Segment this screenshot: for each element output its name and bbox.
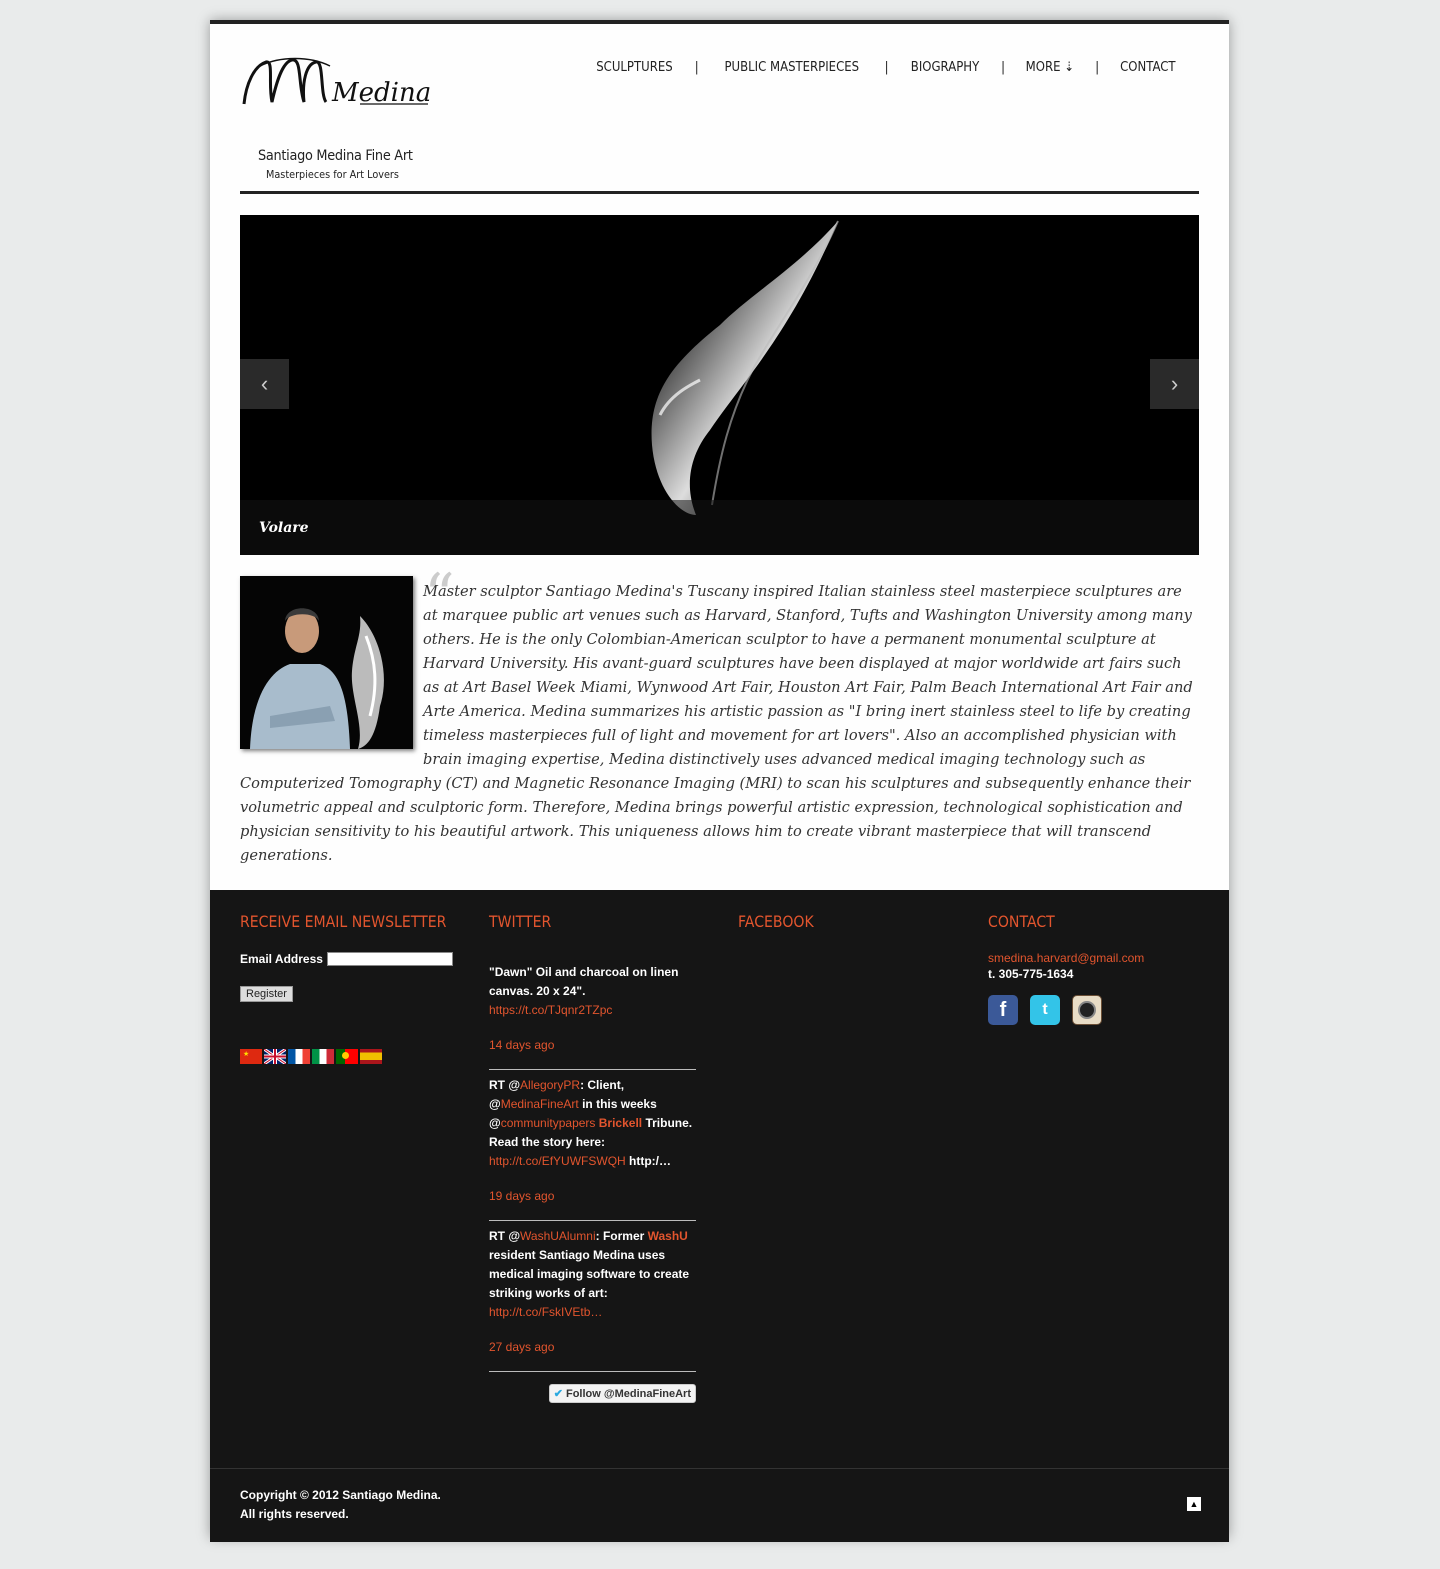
flag-portuguese-icon[interactable] [336, 1049, 358, 1064]
newsletter-form: Email Address [240, 952, 453, 966]
tweet-divider [489, 1069, 696, 1070]
tweet-item: RT @WashUAlumni: Former WashU resident S… [489, 1227, 696, 1357]
contact-section: CONTACT smedina.harvard@gmail.com t. 305… [988, 912, 1144, 1025]
newsletter-heading: RECEIVE EMAIL NEWSLETTER [240, 912, 447, 931]
flag-spanish-icon[interactable] [360, 1049, 382, 1064]
slider-prev-button[interactable]: ‹ [240, 359, 289, 409]
nav-public-masterpieces[interactable]: PUBLIC MASTERPIECES [724, 60, 859, 75]
artist-bio: “ Master sculptor Santiago Medina's Tusc… [240, 566, 1199, 868]
site-name: Santiago Medina Fine Art [258, 148, 413, 164]
twitter-follow-button[interactable]: ✔ Follow @MedinaFineArt [548, 1384, 696, 1403]
site-footer: RECEIVE EMAIL NEWSLETTER Email Address R… [210, 890, 1229, 1542]
tweet-time[interactable]: 27 days ago [489, 1338, 696, 1357]
rights-line: All rights reserved. [240, 1507, 349, 1521]
contact-email-link[interactable]: smedina.harvard@gmail.com [988, 951, 1144, 965]
nav-separator: | [1094, 60, 1100, 75]
slider-caption-bar [240, 500, 1199, 555]
slide-caption: Volare [259, 520, 309, 536]
tweet-hashtag[interactable]: WashU [648, 1229, 688, 1243]
site-tagline: Masterpieces for Art Lovers [266, 168, 399, 181]
tweet-mention[interactable]: communitypapers [501, 1116, 596, 1130]
tweet-mention[interactable]: MedinaFineArt [501, 1097, 579, 1111]
facebook-section: FACEBOOK [738, 912, 824, 931]
nav-biography[interactable]: BIOGRAPHY [911, 60, 979, 75]
site-logo[interactable]: Medina Santiago Medina Fine Art Masterpi… [240, 54, 440, 181]
tweet-link[interactable]: http://t.co/FskIVEtb… [489, 1305, 602, 1319]
hero-slider[interactable]: ‹ › Volare [240, 215, 1199, 555]
twitter-section: TWITTER "Dawn" Oil and charcoal on linen… [489, 912, 696, 1414]
tweet-link[interactable]: http://t.co/EfYUWFSWQH [489, 1154, 626, 1168]
tweet-text: "Dawn" Oil and charcoal on linen canvas.… [489, 965, 679, 998]
twitter-bird-icon: ✔ [553, 1388, 563, 1400]
nav-sculptures[interactable]: SCULPTURES [596, 60, 672, 75]
main-nav: SCULPTURES | PUBLIC MASTERPIECES | BIOGR… [592, 60, 1179, 75]
contact-heading: CONTACT [988, 912, 1055, 931]
chevron-left-icon: ‹ [260, 371, 269, 396]
tweet-time[interactable]: 14 days ago [489, 1036, 696, 1055]
facebook-icon[interactable]: f [988, 995, 1018, 1025]
bio-text: Master sculptor Santiago Medina's Tuscan… [240, 583, 1193, 864]
tweet-item: RT @AllegoryPR: Client, @MedinaFineArt i… [489, 1076, 696, 1206]
copyright-line: Copyright © 2012 Santiago Medina. [240, 1488, 441, 1502]
slider-next-button[interactable]: › [1150, 359, 1199, 409]
copyright: Copyright © 2012 Santiago Medina. All ri… [240, 1486, 441, 1524]
tweet-divider [489, 1220, 696, 1221]
follow-wrap: ✔ Follow @MedinaFineArt [489, 1384, 696, 1414]
chevron-right-icon: › [1170, 371, 1179, 396]
tweet-text: RT @ [489, 1078, 521, 1092]
footer-divider [210, 1468, 1229, 1469]
back-to-top-button[interactable]: ▲ [1187, 1497, 1201, 1511]
follow-label: Follow @MedinaFineArt [565, 1388, 691, 1400]
twitter-heading: TWITTER [489, 912, 552, 931]
nav-separator: | [694, 60, 699, 75]
instagram-icon[interactable] [1072, 995, 1102, 1025]
medina-logo-signature: Medina [242, 57, 430, 108]
flag-italian-icon[interactable] [312, 1049, 334, 1064]
email-field[interactable] [326, 952, 453, 966]
flag-english-icon[interactable] [264, 1049, 286, 1064]
tweet-link[interactable]: https://t.co/TJqnr2TZpc [489, 1003, 612, 1017]
nav-separator: | [884, 60, 889, 75]
tweet-mention[interactable]: WashUAlumni [520, 1229, 596, 1243]
flag-chinese-icon[interactable]: ★ [240, 1049, 262, 1064]
nav-contact[interactable]: CONTACT [1120, 60, 1175, 75]
tweet-text: RT @ [489, 1229, 521, 1243]
nav-more[interactable]: MORE ⇣ [1026, 60, 1074, 75]
language-flags: ★ [240, 1049, 384, 1064]
facebook-heading: FACEBOOK [738, 912, 814, 931]
tweet-mention[interactable]: AllegoryPR [520, 1078, 580, 1092]
tweet-text: : Former [595, 1229, 648, 1243]
contact-phone: t. 305-775-1634 [988, 967, 1074, 981]
email-label: Email Address [240, 952, 323, 966]
tweet-text: http:/… [625, 1154, 672, 1168]
tweet-item: "Dawn" Oil and charcoal on linen canvas.… [489, 963, 696, 1055]
newsletter-section: RECEIVE EMAIL NEWSLETTER Email Address R… [240, 912, 475, 1064]
nav-separator: | [1000, 60, 1006, 75]
tweet-divider [489, 1371, 696, 1372]
arrow-up-icon: ▲ [1189, 1499, 1199, 1509]
tweet-text: resident Santiago Medina uses medical im… [489, 1248, 690, 1300]
social-icons: f t [988, 995, 1144, 1025]
twitter-icon[interactable]: t [1030, 995, 1060, 1025]
flag-french-icon[interactable] [288, 1049, 310, 1064]
tweet-time[interactable]: 19 days ago [489, 1187, 696, 1206]
header-divider [240, 191, 1199, 194]
register-button[interactable]: Register [240, 986, 293, 1002]
page-container: Medina Santiago Medina Fine Art Masterpi… [210, 20, 1229, 1542]
tweet-hashtag[interactable]: Brickell [599, 1116, 642, 1130]
